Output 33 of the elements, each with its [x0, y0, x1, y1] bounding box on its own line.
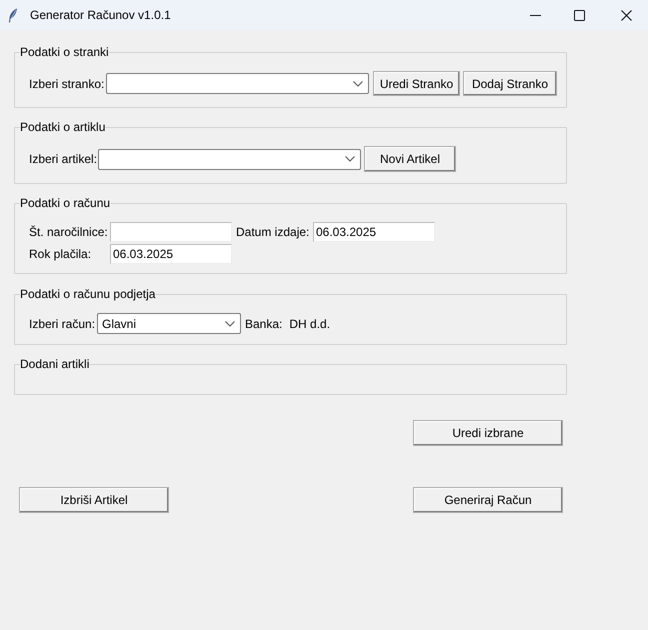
section-title: Podatki o artiklu: [20, 120, 106, 134]
chevron-icon: [353, 80, 363, 86]
generate-invoice-button[interactable]: Generiraj Račun: [413, 487, 563, 513]
field-label: Izberi stranko:: [29, 76, 106, 92]
section-button[interactable]: Dodaj Stranko: [463, 71, 557, 96]
client-select[interactable]: [106, 73, 369, 94]
delete-article-button[interactable]: Izbriši Artikel: [19, 487, 169, 513]
minimize-icon[interactable]: [530, 14, 541, 16]
maximize-icon[interactable]: [574, 10, 585, 20]
order-number-field[interactable]: [110, 222, 232, 242]
field-label: Št. naročilnice:: [28, 224, 109, 241]
section-button[interactable]: Uredi Stranko: [373, 71, 460, 96]
close-icon[interactable]: [621, 10, 632, 20]
field-label: Rok plačila:: [28, 246, 92, 263]
field-label: Banka:: [245, 316, 282, 332]
window-title: Generator Računov v1.0.1: [30, 7, 171, 24]
field-label: Izberi artikel:: [29, 151, 98, 168]
account-select[interactable]: Glavni: [97, 313, 241, 334]
feather-icon: [8, 8, 18, 22]
section-title: Dodani artikli: [20, 357, 90, 371]
bank-name: DH d.d.: [289, 316, 330, 332]
section-button[interactable]: Novi Artikel: [364, 146, 456, 172]
section-title: Podatki o stranki: [20, 45, 109, 59]
chevron-icon: [345, 156, 355, 162]
section-title: Podatki o računu podjetja: [20, 287, 156, 301]
edit-selected-button[interactable]: Uredi izbrane: [413, 420, 563, 446]
due-date-field[interactable]: 06.03.2025: [110, 244, 232, 264]
issue-date-field[interactable]: 06.03.2025: [313, 222, 435, 242]
field-label: Izberi račun:: [29, 316, 96, 332]
chevron-icon: [225, 320, 235, 326]
section-title: Podatki o računu: [20, 196, 110, 210]
field-label: Datum izdaje:: [235, 224, 310, 241]
article-select[interactable]: [98, 148, 361, 170]
